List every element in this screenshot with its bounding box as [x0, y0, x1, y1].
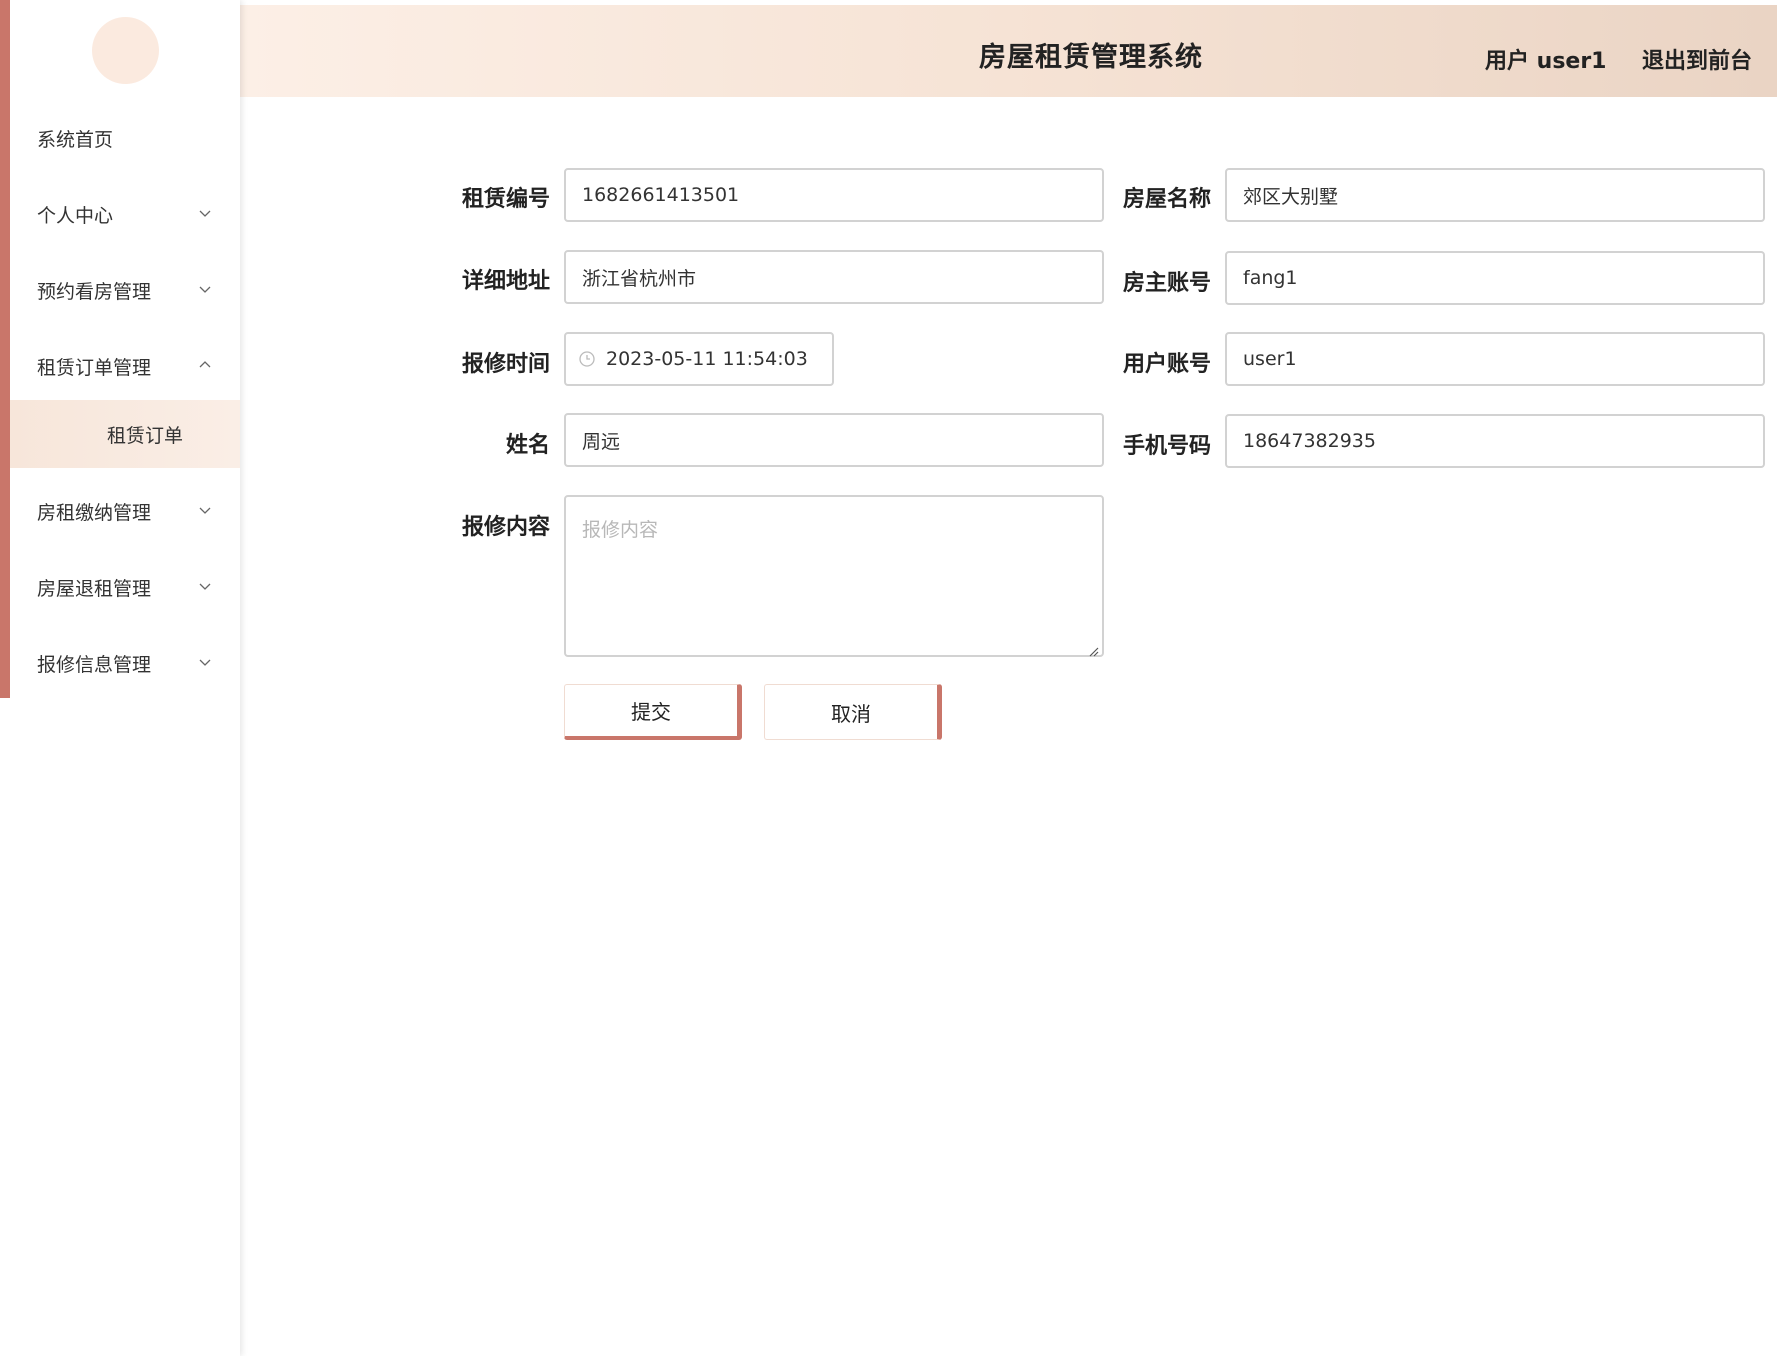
phone-field[interactable]: 18647382935	[1225, 414, 1765, 468]
address-value: 浙江省杭州市	[582, 267, 697, 290]
sidebar-item-label: 个人中心	[37, 204, 114, 227]
chevron-down-icon	[198, 576, 218, 596]
address-field[interactable]: 浙江省杭州市	[564, 250, 1104, 304]
sidebar-item-viewing-appointments[interactable]: 预约看房管理	[10, 262, 240, 318]
phone-label: 手机号码	[1122, 434, 1211, 459]
name-label: 姓名	[505, 433, 550, 458]
house-name-label: 房屋名称	[1122, 187, 1211, 212]
chevron-down-icon	[198, 652, 218, 672]
owner-account-label: 房主账号	[1122, 271, 1211, 296]
chevron-down-icon	[198, 500, 218, 520]
lease-no-field[interactable]: 1682661413501	[564, 168, 1104, 222]
submit-button[interactable]: 提交	[564, 684, 742, 740]
chevron-down-icon	[198, 203, 218, 223]
sidebar-item-lease-termination[interactable]: 房屋退租管理	[10, 559, 240, 615]
sidebar-item-label: 报修信息管理	[37, 653, 152, 676]
name-field[interactable]: 周远	[564, 413, 1104, 467]
sidebar: 系统首页 个人中心 预约看房管理 租赁订单管理 租赁订单 房租缴纳管理 房屋退租…	[0, 0, 240, 1356]
lease-no-value: 1682661413501	[582, 184, 740, 206]
chevron-up-icon	[198, 355, 218, 375]
sidebar-item-rent-payment[interactable]: 房租缴纳管理	[10, 483, 240, 539]
repair-content-textarea[interactable]: 报修内容	[564, 495, 1104, 657]
sidebar-item-label: 房租缴纳管理	[37, 501, 152, 524]
house-name-value: 郊区大别墅	[1243, 185, 1339, 208]
sidebar-item-label: 系统首页	[37, 128, 114, 151]
repair-time-picker[interactable]: 2023-05-11 11:54:03	[564, 332, 834, 386]
address-label: 详细地址	[461, 269, 550, 294]
owner-account-field[interactable]: fang1	[1225, 251, 1765, 305]
logout-link[interactable]: 退出到前台	[1642, 43, 1752, 75]
phone-value: 18647382935	[1243, 430, 1376, 452]
repair-time-value: 2023-05-11 11:54:03	[606, 348, 808, 370]
repair-content-placeholder: 报修内容	[582, 519, 659, 541]
sidebar-item-home[interactable]: 系统首页	[10, 110, 240, 166]
resize-handle-icon[interactable]	[1087, 640, 1099, 657]
sidebar-item-repair-info[interactable]: 报修信息管理	[10, 635, 240, 691]
sidebar-item-label: 预约看房管理	[37, 280, 152, 303]
avatar[interactable]	[92, 17, 159, 84]
submit-button-label: 提交	[631, 700, 671, 724]
cancel-button[interactable]: 取消	[764, 684, 942, 740]
sidebar-subitem-label: 租赁订单	[107, 424, 184, 447]
sidebar-subitem-lease-order[interactable]: 租赁订单	[10, 400, 240, 468]
name-value: 周远	[582, 430, 621, 453]
user-account-value: user1	[1243, 348, 1297, 370]
clock-icon	[578, 350, 596, 368]
repair-time-label: 报修时间	[461, 352, 550, 377]
owner-account-value: fang1	[1243, 267, 1298, 289]
sidebar-item-label: 房屋退租管理	[37, 577, 152, 600]
sidebar-item-label: 租赁订单管理	[37, 356, 152, 379]
sidebar-accent-bar	[0, 0, 10, 698]
content-label: 报修内容	[461, 515, 550, 540]
chevron-down-icon	[198, 279, 218, 299]
sidebar-item-personal-center[interactable]: 个人中心	[10, 186, 240, 242]
lease-no-label: 租赁编号	[461, 187, 550, 212]
sidebar-item-lease-orders[interactable]: 租赁订单管理	[10, 338, 240, 394]
user-account-label: 用户账号	[1122, 352, 1211, 377]
top-header: 房屋租赁管理系统 用户 user1 退出到前台	[240, 5, 1777, 97]
current-user-label: 用户 user1	[1485, 49, 1607, 74]
user-account-field[interactable]: user1	[1225, 332, 1765, 386]
house-name-field[interactable]: 郊区大别墅	[1225, 168, 1765, 222]
page-title: 房屋租赁管理系统	[979, 42, 1203, 73]
cancel-button-label: 取消	[831, 701, 871, 726]
